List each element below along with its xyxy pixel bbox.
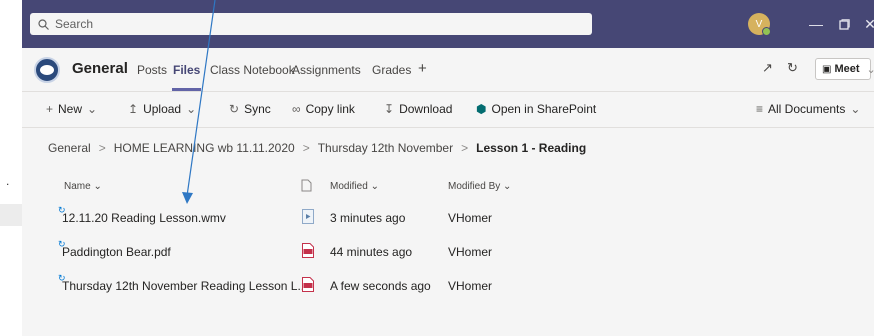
- title-bar: Search V — ✕: [22, 0, 874, 48]
- chevron-right-icon: >: [302, 141, 310, 155]
- file-row[interactable]: ↻ Thursday 12th November Reading Lesson …: [22, 269, 874, 303]
- command-bar: + New ⌄ ↥ Upload ⌄ ↻ Sync ∞ Copy link ↧ …: [22, 92, 874, 128]
- chevron-right-icon: >: [98, 141, 106, 155]
- channel-header: General Posts Files Class Notebook Assig…: [22, 48, 874, 92]
- breadcrumb-current: Lesson 1 - Reading: [476, 141, 587, 155]
- sync-button[interactable]: ↻ Sync: [229, 102, 271, 116]
- column-name-label: Name: [64, 181, 91, 192]
- teams-window: . Search V — ✕ General Posts Files Class…: [0, 0, 874, 336]
- file-name[interactable]: Thursday 12th November Reading Lesson L.…: [62, 279, 307, 293]
- channel-content: General Posts Files Class Notebook Assig…: [22, 48, 874, 336]
- chevron-down-icon: ⌄: [87, 102, 98, 116]
- file-modified: 3 minutes ago: [330, 211, 406, 225]
- left-margin: [0, 0, 22, 336]
- upload-label: Upload: [143, 102, 182, 116]
- tab-files[interactable]: Files: [173, 63, 200, 77]
- file-modified: A few seconds ago: [330, 279, 431, 293]
- file-modified-by: VHomer: [448, 245, 493, 259]
- copy-link-label: Copy link: [305, 102, 355, 116]
- list-view-icon: ≡: [756, 102, 764, 116]
- upload-button[interactable]: ↥ Upload ⌄: [128, 102, 196, 116]
- expand-icon[interactable]: ↗: [762, 60, 773, 76]
- tab-assignments[interactable]: Assignments: [292, 63, 361, 77]
- breadcrumb: General > HOME LEARNING wb 11.11.2020 > …: [48, 141, 586, 155]
- minimize-icon[interactable]: —: [804, 12, 828, 36]
- column-header-modified[interactable]: Modified ⌄: [330, 181, 379, 192]
- column-modified-by-label: Modified By: [448, 181, 501, 192]
- plus-icon: +: [46, 102, 54, 116]
- video-camera-icon: ▣: [822, 63, 832, 75]
- chevron-down-icon: ⌄: [850, 102, 861, 116]
- file-modified: 44 minutes ago: [330, 245, 413, 259]
- file-name[interactable]: 12.11.20 Reading Lesson.wmv: [62, 211, 226, 225]
- file-list-header: Name ⌄ Modified ⌄ Modified By ⌄: [22, 174, 874, 200]
- meet-button[interactable]: ▣ Meet ⌄: [815, 58, 874, 80]
- column-header-name[interactable]: Name ⌄: [64, 181, 102, 192]
- file-row[interactable]: ↻ 12.11.20 Reading Lesson.wmv 3 minutes …: [22, 201, 874, 235]
- video-file-icon: [302, 209, 314, 224]
- file-row[interactable]: ↻ Paddington Bear.pdf 44 minutes ago VHo…: [22, 235, 874, 269]
- file-modified-by: VHomer: [448, 211, 493, 225]
- search-icon: [38, 18, 49, 30]
- active-tab-indicator: [172, 88, 201, 91]
- meet-label: Meet: [834, 63, 860, 75]
- channel-title: General: [72, 60, 128, 77]
- view-selector[interactable]: ≡ All Documents ⌄: [756, 102, 860, 116]
- chevron-down-icon: ⌄: [186, 102, 197, 116]
- new-button[interactable]: + New ⌄: [46, 102, 97, 116]
- sync-icon: ↻: [229, 102, 240, 116]
- file-type-icon: [301, 179, 312, 192]
- open-sharepoint-label: Open in SharePoint: [491, 102, 597, 116]
- tab-class-notebook[interactable]: Class Notebook: [210, 63, 295, 77]
- pdf-file-icon: [302, 277, 314, 292]
- search-placeholder: Search: [55, 17, 94, 31]
- upload-icon: ↥: [128, 102, 139, 116]
- pdf-file-icon: [302, 243, 314, 258]
- left-gray-block: [0, 204, 22, 226]
- team-logo-icon: [34, 57, 60, 83]
- sync-label: Sync: [244, 102, 271, 116]
- maximize-icon[interactable]: [832, 12, 856, 36]
- chevron-down-icon: ⌄: [93, 181, 102, 192]
- view-label: All Documents: [768, 102, 846, 116]
- stray-dot: .: [6, 174, 10, 188]
- link-icon: ∞: [292, 102, 301, 116]
- search-input[interactable]: Search: [30, 13, 592, 35]
- tab-posts[interactable]: Posts: [137, 63, 167, 77]
- breadcrumb-item[interactable]: General: [48, 141, 91, 155]
- chevron-down-icon: ⌄: [503, 181, 512, 192]
- breadcrumb-item[interactable]: Thursday 12th November: [318, 141, 453, 155]
- column-header-modified-by[interactable]: Modified By ⌄: [448, 181, 511, 192]
- chevron-right-icon: >: [461, 141, 469, 155]
- copy-link-button[interactable]: ∞ Copy link: [292, 102, 355, 116]
- file-modified-by: VHomer: [448, 279, 493, 293]
- open-sharepoint-button[interactable]: ⬢ Open in SharePoint: [476, 102, 596, 116]
- tab-grades[interactable]: Grades: [372, 63, 411, 77]
- add-tab-button[interactable]: +: [418, 60, 427, 77]
- download-button[interactable]: ↧ Download: [384, 102, 452, 116]
- close-icon[interactable]: ✕: [858, 12, 874, 36]
- new-label: New: [58, 102, 83, 116]
- column-modified-label: Modified: [330, 181, 368, 192]
- download-icon: ↧: [384, 102, 395, 116]
- sharepoint-icon: ⬢: [476, 102, 487, 116]
- file-name[interactable]: Paddington Bear.pdf: [62, 245, 171, 259]
- download-label: Download: [399, 102, 453, 116]
- chevron-down-icon: ⌄: [370, 181, 379, 192]
- refresh-icon[interactable]: ↻: [787, 60, 798, 76]
- chevron-down-icon: ⌄: [866, 63, 874, 76]
- presence-available-icon: [762, 27, 771, 36]
- breadcrumb-item[interactable]: HOME LEARNING wb 11.11.2020: [114, 141, 295, 155]
